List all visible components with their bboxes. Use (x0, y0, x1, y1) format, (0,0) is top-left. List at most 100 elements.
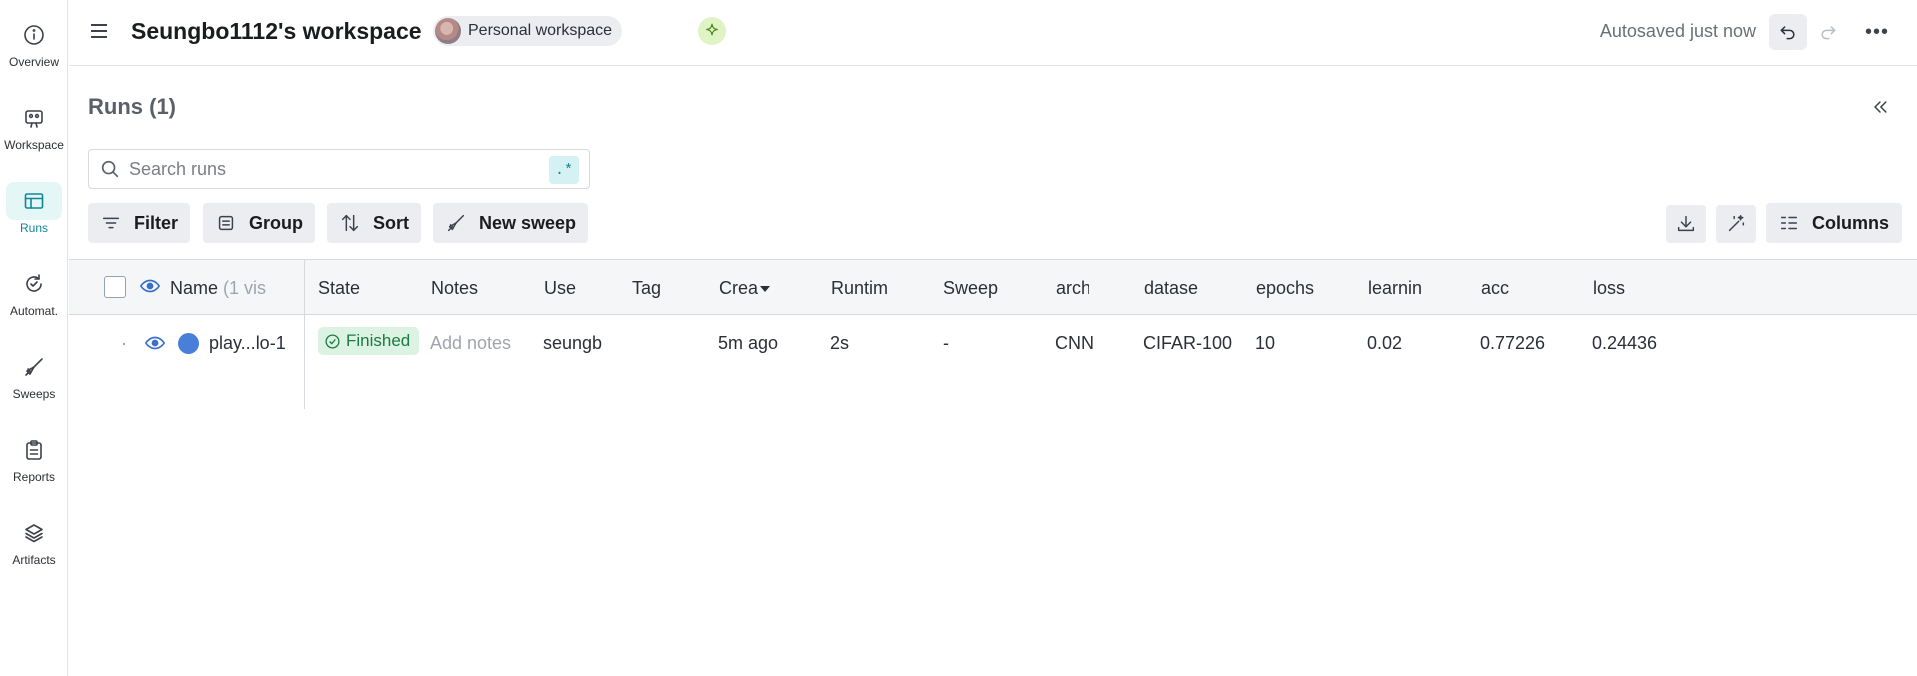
column-header-dataset[interactable]: datase (1144, 278, 1202, 299)
download-button[interactable] (1666, 205, 1706, 243)
nav-automations[interactable]: Automat. (0, 255, 68, 325)
cell-acc: 0.77226 (1480, 333, 1546, 353)
workspace-title: Seungbo1112's workspace (131, 18, 422, 44)
column-name-label: Name (170, 278, 219, 298)
nav-runs[interactable]: Runs (0, 172, 68, 242)
automation-icon (6, 265, 62, 303)
columns-button[interactable]: Columns (1766, 203, 1902, 243)
nav-overview[interactable]: Overview (0, 6, 68, 76)
column-header-state[interactable]: State (318, 278, 398, 299)
group-button[interactable]: Group (203, 203, 315, 243)
column-header-acc[interactable]: acc (1481, 278, 1541, 299)
sort-desc-icon (760, 286, 771, 293)
left-nav-rail: Overview Workspace Runs Automat. Sweeps … (0, 0, 68, 676)
more-options-icon[interactable]: ••• (1859, 14, 1895, 50)
column-header-name[interactable]: Name (1 vis (170, 278, 298, 299)
sparkle-icon[interactable] (698, 17, 726, 45)
redo-icon (1821, 26, 1836, 40)
add-notes-field[interactable]: Add notes (430, 333, 518, 354)
cell-epochs: 10 (1255, 333, 1276, 353)
search-runs-input[interactable] (129, 158, 549, 180)
column-header-loss[interactable]: loss (1593, 278, 1653, 299)
cell-arch: CNN (1055, 333, 1094, 353)
sort-button[interactable]: Sort (327, 203, 421, 243)
column-header-runtime[interactable]: Runtim (831, 278, 893, 299)
nav-label: Workspace (4, 138, 64, 152)
filter-button[interactable]: Filter (88, 203, 191, 243)
broom-icon (6, 348, 62, 386)
select-all-checkbox[interactable] (104, 276, 126, 298)
runs-table: Name (1 vis State Notes Use Tag Crea Run… (69, 259, 1917, 409)
cell-user: seungb (543, 333, 603, 353)
collapse-panel-icon[interactable] (1867, 94, 1893, 120)
avatar (435, 18, 461, 44)
autosave-status: Autosaved just now (1599, 21, 1756, 41)
eye-icon[interactable] (139, 275, 161, 302)
table-header: Name (1 vis State Notes Use Tag Crea Run… (69, 259, 1917, 315)
run-name-link[interactable]: play...lo-1 (209, 333, 299, 354)
info-icon (6, 16, 62, 54)
column-header-notes[interactable]: Notes (431, 278, 516, 299)
workspace-type-pill[interactable]: Personal workspace (433, 16, 623, 46)
group-icon (218, 215, 234, 231)
eye-icon[interactable] (144, 332, 166, 359)
nav-reports[interactable]: Reports (0, 421, 68, 491)
nav-artifacts[interactable]: Artifacts (0, 504, 68, 574)
layers-icon (6, 514, 62, 552)
column-header-created[interactable]: Crea (719, 278, 779, 299)
redo-button[interactable] (1809, 14, 1847, 50)
clipboard-icon (6, 431, 62, 469)
workspace-type-label: Personal workspace (468, 22, 613, 39)
status-label: Finished (346, 331, 411, 350)
columns-icon (1780, 216, 1798, 230)
new-sweep-label: New sweep (479, 212, 577, 233)
nav-label: Artifacts (12, 553, 56, 567)
column-header-arch[interactable]: arch (1056, 278, 1089, 299)
nav-label: Reports (12, 470, 56, 484)
column-header-user[interactable]: Use (544, 278, 584, 299)
nav-label: Automat. (9, 304, 59, 318)
group-label: Group (249, 212, 303, 233)
search-runs-field: .* (88, 149, 590, 189)
visible-count-hint: (1 vis (223, 278, 267, 298)
run-color-swatch[interactable] (178, 333, 199, 354)
cell-dataset: CIFAR-100 (1143, 333, 1233, 353)
download-icon (1677, 215, 1695, 232)
table-row[interactable]: · play...lo-1 Finished Add notes seungb … (69, 316, 1917, 372)
nav-workspace[interactable]: Workspace (0, 89, 68, 159)
nav-label: Overview (8, 55, 59, 69)
columns-label: Columns (1812, 212, 1890, 233)
column-header-tags[interactable]: Tag (632, 278, 668, 299)
sort-icon (341, 214, 359, 232)
nav-label: Sweeps (12, 387, 56, 401)
column-header-sweep[interactable]: Sweep (943, 278, 1015, 299)
cell-created: 5m ago (718, 333, 779, 353)
undo-button[interactable] (1769, 14, 1807, 50)
nav-label: Runs (19, 221, 48, 235)
nav-sweeps[interactable]: Sweeps (0, 338, 68, 408)
filter-icon (102, 217, 120, 229)
search-icon (101, 160, 119, 178)
column-header-learning-rate[interactable]: learnin (1368, 278, 1438, 299)
sort-label: Sort (373, 212, 409, 233)
cell-learning-rate: 0.02 (1367, 333, 1403, 353)
hamburger-menu-icon[interactable] (87, 20, 111, 44)
top-bar: Seungbo1112's workspace Personal workspa… (69, 0, 1917, 66)
workspace-icon (6, 99, 62, 137)
runs-panel-title: Runs (1) (88, 94, 176, 119)
cell-loss: 0.24436 (1592, 333, 1658, 353)
regex-toggle-button[interactable]: .* (549, 156, 579, 184)
undo-icon (1780, 26, 1795, 40)
status-badge: Finished (318, 327, 420, 355)
cell-sweep: - (943, 333, 949, 353)
column-header-epochs[interactable]: epochs (1256, 278, 1315, 299)
check-circle-icon (325, 333, 340, 349)
filter-label: Filter (134, 212, 179, 233)
broom-icon (447, 214, 465, 232)
column-created-label: Crea (719, 278, 759, 298)
magic-wand-button[interactable] (1716, 205, 1756, 243)
new-sweep-button[interactable]: New sweep (433, 203, 589, 243)
row-expander[interactable]: · (121, 333, 127, 354)
cell-runtime: 2s (830, 333, 850, 353)
magic-wand-icon (1728, 215, 1745, 232)
